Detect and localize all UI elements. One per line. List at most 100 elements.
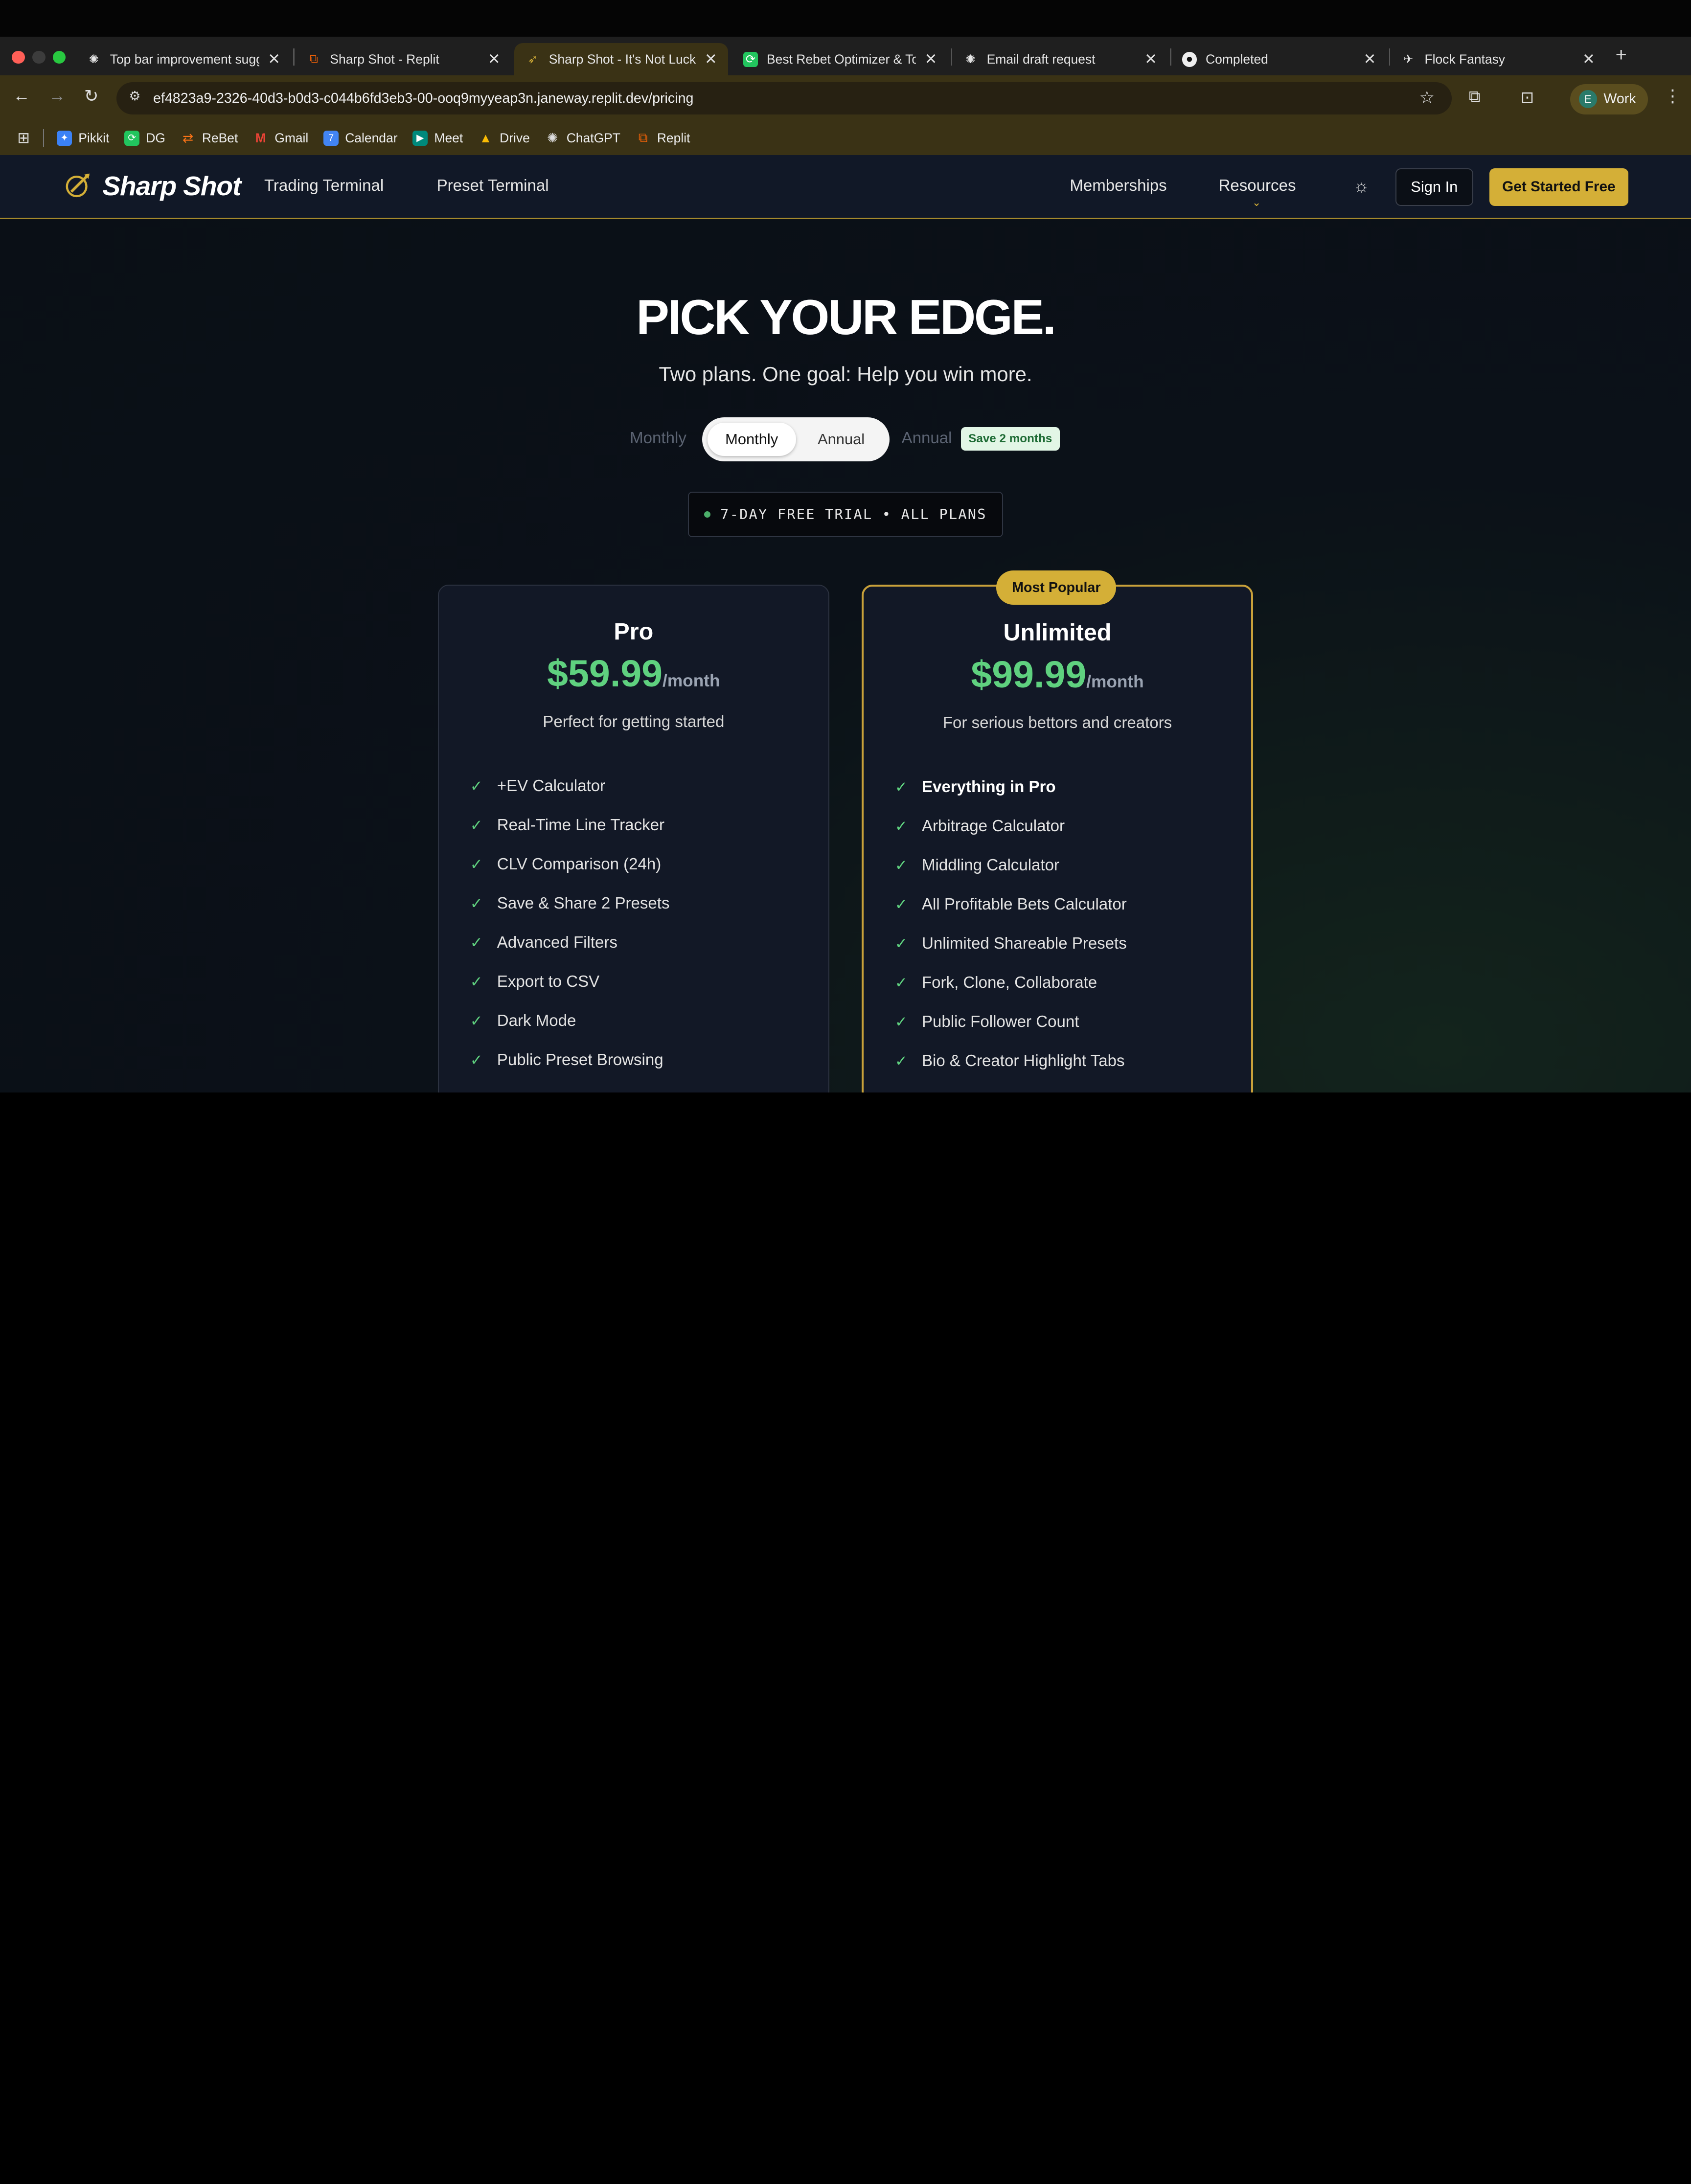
tab-title: Completed [1206,51,1268,67]
check-icon: ✓ [894,778,908,796]
plan-name: Unlimited [1003,619,1112,646]
new-tab-icon[interactable]: + [1616,44,1627,66]
plan-description: Perfect for getting started [543,712,725,731]
tab-search-icon[interactable]: ⊡ [1521,88,1534,107]
meet-icon: ▶ [412,130,428,146]
feature-label: Middling Calculator [921,856,1059,874]
sign-in-button[interactable]: Sign In [1395,168,1473,206]
billing-toggle[interactable]: Monthly Annual [702,417,890,462]
bookmark-gmail[interactable]: M Gmail [253,130,309,146]
close-tab-icon[interactable]: ✕ [1144,50,1157,68]
check-icon: ✓ [894,1013,908,1030]
reload-icon[interactable]: ↻ [84,86,99,106]
feature-label: Public Preset Browsing [497,1050,663,1069]
bookmark-replit[interactable]: ⧉ Replit [636,130,690,146]
bird-icon: ✈ [1403,53,1414,67]
rebet-icon: ⇄ [183,130,194,145]
feature-label: Dark Mode [497,1011,576,1030]
bookmark-chatgpt[interactable]: ✺ ChatGPT [545,131,620,146]
browser-tab[interactable]: ● Completed ✕ [1171,43,1387,75]
bookmark-label: ChatGPT [566,130,620,145]
browser-tab[interactable]: ⧉ Sharp Shot - Replit ✕ [296,43,511,75]
browser-tab[interactable]: ✈ Flock Fantasy ✕ [1390,43,1606,75]
bookmark-star-icon[interactable]: ☆ [1419,88,1435,108]
feature-item: ✓ Everything in Pro [895,768,1127,807]
rebet-icon: ⟳ [743,51,758,67]
page-title: PICK YOUR EDGE. [636,289,1056,345]
get-started-button[interactable]: Get Started Free [1489,168,1629,206]
minimize-window-button[interactable] [32,50,46,64]
close-tab-icon[interactable]: ✕ [705,50,717,68]
feature-item: ✓ Save & Share 2 Presets [470,884,670,923]
feature-item: ✓ Advanced Filters [470,923,670,962]
feature-item: ✓ Middling Calculator [895,846,1127,885]
back-icon[interactable]: ← [13,86,30,106]
save-badge: Save 2 months [960,427,1060,451]
close-tab-icon[interactable]: ✕ [488,50,501,68]
check-icon: ✓ [470,894,483,912]
bookmark-rebet[interactable]: ⇄ ReBet [181,131,238,146]
billing-label-annual: Annual [901,429,952,448]
trial-text: 7-DAY FREE TRIAL • ALL PLANS [720,506,987,523]
nav-trading-terminal[interactable]: Trading Terminal [264,177,384,195]
nav-resources[interactable]: Resources [1219,177,1296,195]
bookmark-meet[interactable]: ▶ Meet [412,131,463,146]
feature-item: ✓ +EV Calculator [470,767,670,806]
plan-price: $59.99/month [439,652,828,696]
menu-icon[interactable]: ⋮ [1664,86,1681,106]
feature-item: ✓ Public Preset Browsing [470,1041,670,1080]
feature-item: ✓ Fork, Clone, Collaborate [895,963,1127,1002]
bookmark-dg[interactable]: ⟳ DG [124,131,165,146]
extensions-icon[interactable]: ⧉ [1469,88,1481,106]
feature-list: ✓ Everything in Pro ✓ Arbitrage Calculator… [895,768,1127,1081]
replit-icon: ⧉ [309,52,318,66]
bookmark-label: ReBet [202,130,238,145]
bookmark-label: DG [146,130,165,145]
bookmark-pikkit[interactable]: ✦ Pikkit [57,131,109,146]
plan-name: Pro [614,618,654,645]
nav-preset-terminal[interactable]: Preset Terminal [437,177,549,195]
close-tab-icon[interactable]: ✕ [924,50,937,68]
bookmark-drive[interactable]: ▲ Drive [478,130,529,146]
zoom-window-button[interactable] [52,50,66,64]
profile-button[interactable]: E Work [1570,84,1648,114]
feature-item: ✓ Public Follower Count [895,1002,1127,1042]
check-icon: ✓ [894,974,908,991]
gmail-icon: M [255,130,266,145]
drive-icon: ▲ [479,130,492,145]
close-tab-icon[interactable]: ✕ [1582,50,1595,68]
browser-tab[interactable]: ✺ Email draft request ✕ [952,43,1168,75]
free-trial-banner: 7-DAY FREE TRIAL • ALL PLANS [688,492,1003,537]
forward-icon[interactable]: → [48,86,66,106]
bookmark-label: Replit [657,130,690,145]
feature-label: Bio & Creator Highlight Tabs [921,1051,1125,1070]
nav-memberships[interactable]: Memberships [1070,177,1166,195]
bookmark-calendar[interactable]: 7 Calendar [323,130,398,146]
browser-tab[interactable]: ✺ Top bar improvement sugg ✕ [75,43,291,75]
bookmarks-bar: ⊞ ✦ Pikkit ⟳ DG ⇄ ReBet M Gmail 7 Calendar ▶ M… [0,120,1691,156]
close-tab-icon[interactable]: ✕ [268,50,280,68]
close-tab-icon[interactable]: ✕ [1363,50,1376,68]
browser-tab-active[interactable]: ➶ Sharp Shot - It's Not Luck ✕ [514,43,728,76]
url-text[interactable]: ef4823a9-2326-40d3-b0d3-c044b6fd3eb3-00-… [153,91,694,107]
feature-label: Unlimited Shareable Presets [921,934,1127,953]
check-icon: ✓ [894,856,908,874]
tab-title: Top bar improvement sugg [110,51,259,67]
openai-icon: ✺ [965,53,976,67]
feature-item: ✓ Bio & Creator Highlight Tabs [895,1042,1127,1081]
brand-name[interactable]: Sharp Shot [102,170,241,202]
site-settings-icon[interactable]: ⚙ [125,89,145,108]
billing-option-monthly[interactable]: Monthly [707,422,796,456]
apps-grid-icon[interactable]: ⊞ [17,129,30,147]
browser-tab[interactable]: ⟳ Best Rebet Optimizer & To ✕ [732,43,948,75]
tab-title: Best Rebet Optimizer & To [767,51,916,67]
plan-card-unlimited: Unlimited $99.99/month For serious betto… [861,584,1254,1092]
feature-label: +EV Calculator [497,776,606,795]
theme-toggle-sun-icon[interactable]: ☼ [1353,177,1369,196]
close-window-button[interactable] [12,50,25,64]
billing-option-annual[interactable]: Annual [799,423,883,456]
feature-list: ✓ +EV Calculator ✓ Real-Time Line Tracker … [470,767,670,1080]
bookmark-label: Calendar [345,130,398,145]
price-amount: $99.99 [971,654,1087,696]
sharpshot-logo-icon[interactable] [63,170,93,201]
